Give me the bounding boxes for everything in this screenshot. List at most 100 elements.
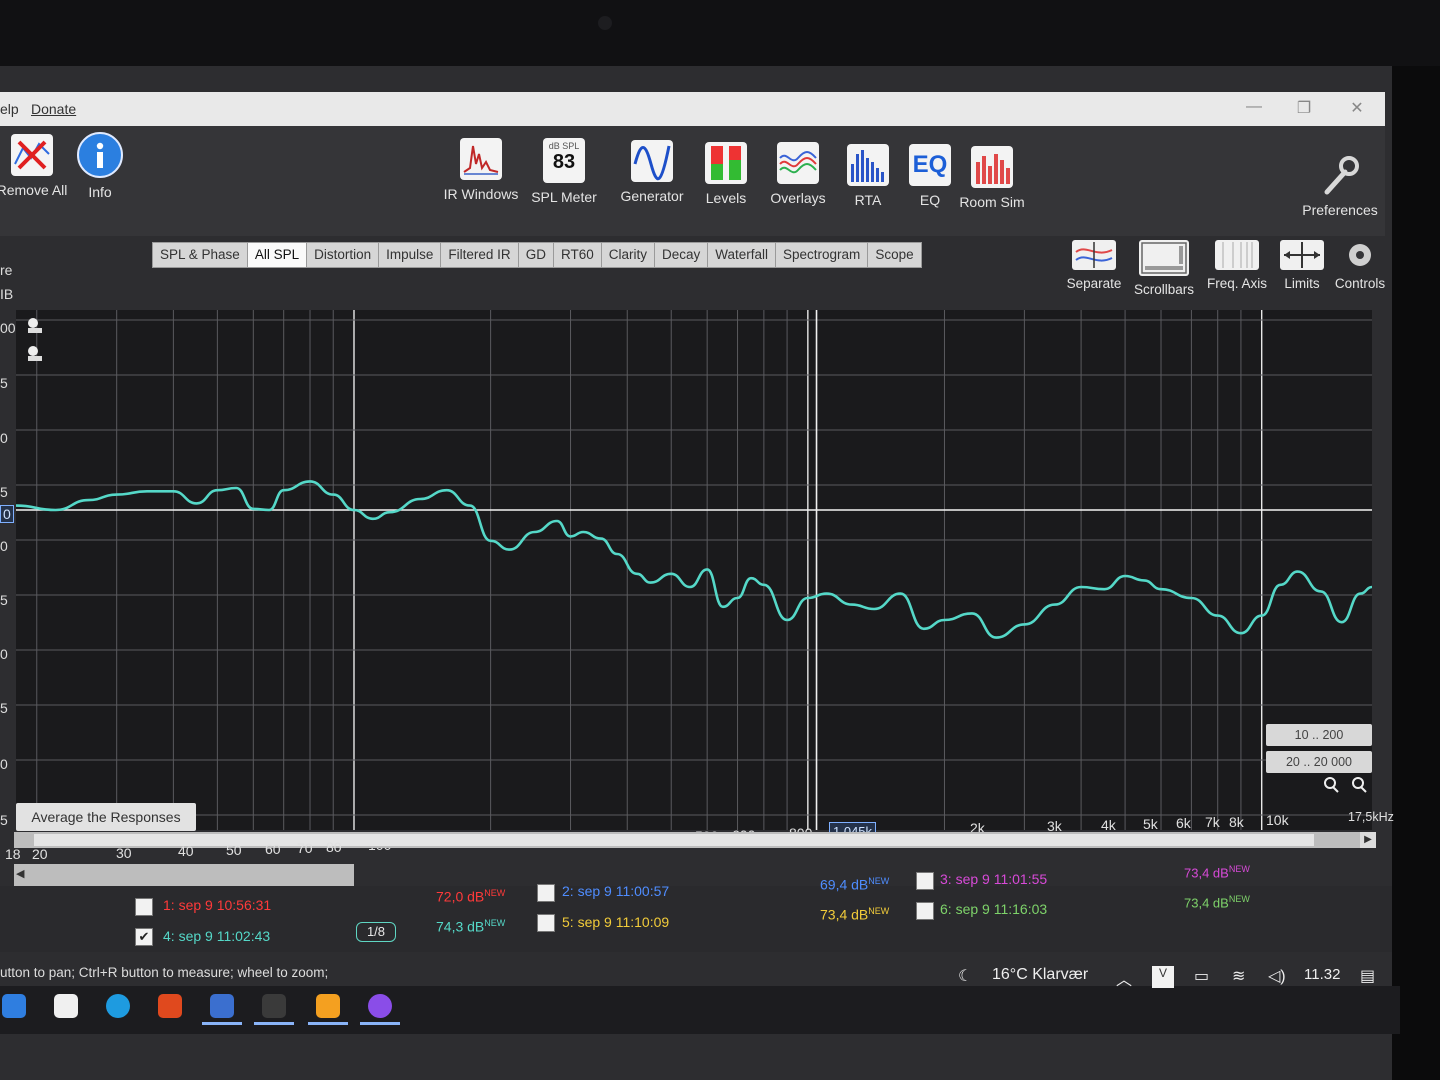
chevron-up-icon[interactable]: ︿ (1116, 966, 1132, 990)
measurement-4-label[interactable]: 4: sep 9 11:02:43 (163, 928, 270, 944)
range-20-20000-button[interactable]: 20 .. 20 000 (1266, 751, 1372, 773)
measurement-6-label[interactable]: 6: sep 9 11:16:03 (940, 901, 1047, 917)
levels-meter-icon (705, 142, 747, 184)
office-icon[interactable] (158, 994, 182, 1018)
grid-horizontal (16, 319, 1372, 816)
measurement-1-checkbox[interactable] (135, 898, 153, 916)
measurement-5-label[interactable]: 5: sep 9 11:10:09 (562, 914, 669, 930)
measurement-2-checkbox[interactable] (537, 884, 555, 902)
volume-icon[interactable]: ◁) (1268, 966, 1286, 986)
room-sim-icon (971, 146, 1013, 188)
measurement-4-checkbox[interactable]: ✔ (135, 928, 153, 946)
spl-meter-icon: dB SPL 83 (543, 138, 585, 183)
eq-button[interactable]: EQ EQ (906, 144, 954, 208)
controls-button[interactable]: Controls (1334, 240, 1386, 291)
y-axis-title: re (0, 262, 13, 278)
rta-button[interactable]: RTA (842, 144, 894, 208)
tab-decay[interactable]: Decay (653, 242, 708, 268)
separate-button[interactable]: Separate (1064, 240, 1124, 291)
tab-filtered-ir[interactable]: Filtered IR (440, 242, 518, 268)
tab-spl-phase[interactable]: SPL & Phase (152, 242, 247, 268)
eq-icon: EQ (909, 144, 951, 186)
scrollbars-button[interactable]: Scrollbars (1132, 240, 1196, 297)
audio-app-icon[interactable] (316, 994, 340, 1018)
zoom-out-icon[interactable] (26, 344, 44, 362)
mail-icon[interactable] (2, 994, 26, 1018)
active-app-indicator (202, 1022, 242, 1025)
wifi-icon[interactable]: ≋ (1232, 966, 1245, 986)
y-tick: 5 (0, 592, 8, 608)
measurement-3-checkbox[interactable] (916, 872, 934, 890)
lower-scrollbar[interactable]: ◀ (14, 864, 354, 886)
notification-icon[interactable]: ▤ (1360, 966, 1375, 986)
measurement-6-checkbox[interactable] (916, 902, 934, 920)
preferences-button[interactable]: Preferences (1300, 154, 1380, 218)
spl-graph[interactable] (15, 310, 1373, 830)
tab-impulse[interactable]: Impulse (378, 242, 441, 268)
clock[interactable]: 11.32 (1304, 966, 1340, 983)
tab-clarity[interactable]: Clarity (600, 242, 654, 268)
close-button[interactable]: ✕ (1343, 98, 1371, 118)
info-button[interactable]: Info (72, 132, 128, 200)
measurement-3-label[interactable]: 3: sep 9 11:01:55 (940, 871, 1047, 887)
zoom-out-x-icon[interactable] (1350, 776, 1368, 794)
x-tick: 40 (178, 843, 194, 859)
zoom-in-x-icon[interactable] (1322, 776, 1340, 794)
freq-axis-icon (1215, 240, 1259, 270)
measurement-5-spl: 73,4 dBNEW (820, 906, 890, 923)
battery-icon[interactable]: ▭ (1194, 966, 1209, 986)
monitor-bezel (0, 0, 1440, 66)
rta-bars-icon (847, 144, 889, 186)
info-icon (77, 132, 123, 178)
generator-button[interactable]: Generator (616, 140, 688, 204)
x-tick: 30 (116, 845, 132, 861)
levels-button[interactable]: Levels (698, 142, 754, 206)
ir-windows-button[interactable]: IR Windows (440, 138, 522, 202)
spl-meter-button[interactable]: dB SPL 83 SPL Meter (528, 138, 600, 205)
freq-axis-button[interactable]: Freq. Axis (1204, 240, 1270, 291)
smoothing-button[interactable]: 1/8 (356, 922, 396, 942)
range-10-200-button[interactable]: 10 .. 200 (1266, 724, 1372, 746)
remove-all-icon (11, 134, 53, 176)
horizontal-scrollbar[interactable]: ▶ (14, 832, 1376, 848)
limits-button[interactable]: Limits (1276, 240, 1328, 291)
x-tick: 4k (1101, 817, 1116, 833)
rew-app-icon[interactable] (210, 994, 234, 1018)
weather-widget[interactable]: 16°C Klarvær (992, 966, 1088, 984)
photos-icon[interactable] (54, 994, 78, 1018)
tab-scope[interactable]: Scope (867, 242, 922, 268)
menu-donate[interactable]: Donate (31, 101, 76, 117)
room-sim-button[interactable]: Room Sim (958, 146, 1026, 210)
scroll-right-arrow[interactable]: ▶ (1360, 832, 1376, 848)
overlays-button[interactable]: Overlays (766, 142, 830, 206)
tab-spectrogram[interactable]: Spectrogram (775, 242, 868, 268)
maximize-button[interactable]: ❐ (1290, 98, 1318, 118)
measurement-1-label[interactable]: 1: sep 9 10:56:31 (163, 897, 271, 913)
scrollbars-icon (1139, 240, 1189, 276)
tab-rt60[interactable]: RT60 (552, 242, 601, 268)
y-axis-unit: IB (0, 286, 14, 302)
scroll-left-arrow[interactable]: ◀ (16, 867, 24, 880)
zoom-in-icon[interactable] (26, 316, 44, 334)
y-tick: 5 (0, 375, 8, 391)
y-tick: 5 (0, 700, 8, 716)
menu-bar: elp Donate — ❐ ✕ (0, 92, 1385, 126)
running-app-indicator (308, 1022, 348, 1025)
tab-distortion[interactable]: Distortion (306, 242, 379, 268)
average-responses-button[interactable]: Average the Responses (16, 803, 196, 831)
spl-chart[interactable] (15, 310, 1373, 830)
remove-all-button[interactable]: Remove All (0, 134, 70, 198)
tray-app-icon[interactable]: V (1152, 966, 1174, 988)
measurement-5-checkbox[interactable] (537, 914, 555, 932)
tab-all-spl[interactable]: All SPL (246, 242, 307, 268)
measurement-2-label[interactable]: 2: sep 9 11:00:57 (562, 883, 669, 899)
discord-icon[interactable] (262, 994, 286, 1018)
wrench-icon (1319, 154, 1361, 196)
tab-waterfall[interactable]: Waterfall (707, 242, 776, 268)
messenger-icon[interactable] (368, 994, 392, 1018)
x-tick: 5k (1143, 816, 1158, 832)
minimize-button[interactable]: — (1240, 98, 1268, 118)
tab-gd[interactable]: GD (517, 242, 553, 268)
menu-help[interactable]: elp (0, 101, 19, 117)
edge-browser-icon[interactable] (106, 994, 130, 1018)
